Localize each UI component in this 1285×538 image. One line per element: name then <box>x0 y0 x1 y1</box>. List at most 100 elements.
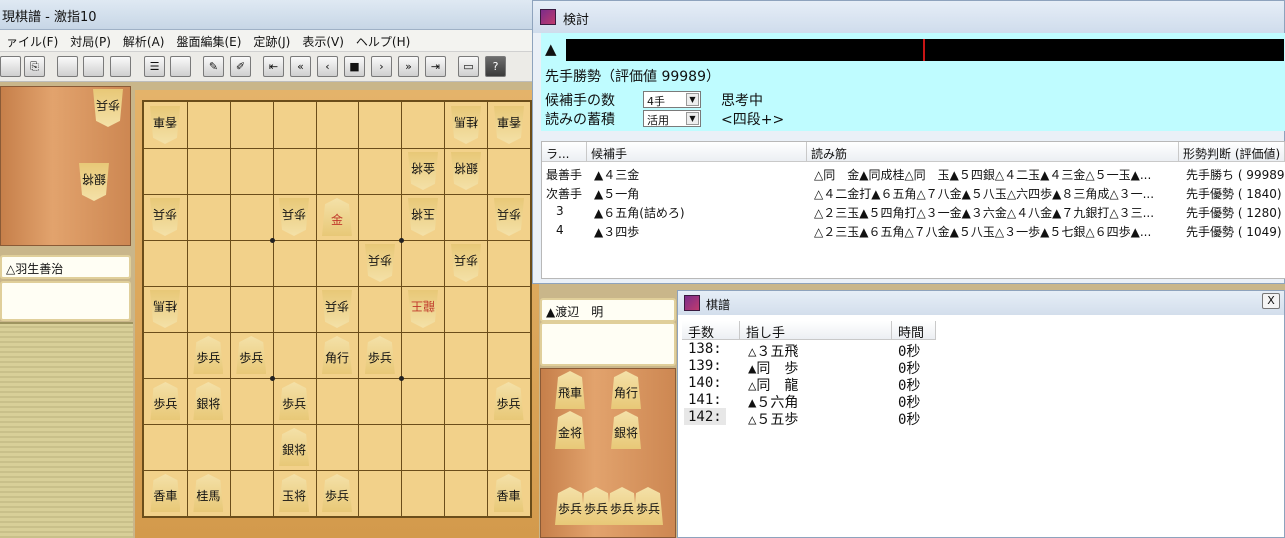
black-board-piece[interactable]: 歩兵 <box>193 336 224 374</box>
black-hand-piece[interactable]: 歩兵 <box>607 487 637 525</box>
kifu-window: 棋譜 X 手数 指し手 時間 138: △３五飛 0秒 139: ▲同 歩 0秒… <box>677 290 1285 538</box>
white-board-piece[interactable]: 香車 <box>494 106 524 144</box>
white-board-piece[interactable]: 玉将 <box>408 198 438 236</box>
menu-bar: ァイル(F) 対局(P) 解析(A) 盤面編集(E) 定跡(J) 表示(V) ヘ… <box>0 30 540 52</box>
board-grid-line <box>186 102 188 516</box>
board-grid-line <box>401 102 403 516</box>
black-board-piece[interactable]: 歩兵 <box>364 336 395 374</box>
white-board-piece[interactable]: 龍王 <box>408 290 438 328</box>
white-player-name: △羽生善治 <box>0 255 131 279</box>
black-hand-piece[interactable]: 歩兵 <box>633 487 663 525</box>
close-icon[interactable]: X <box>1262 293 1280 309</box>
toolbar-button-print[interactable] <box>83 56 104 77</box>
board-grid-line <box>144 332 530 333</box>
candidate-line: △同 金▲同成桂△同 玉▲５四銀△４二玉▲４三金△５一玉▲... <box>814 168 1152 182</box>
white-board-piece[interactable]: 金将 <box>408 152 438 190</box>
toolbar-button-help-icon[interactable]: ? <box>485 56 506 77</box>
candidate-move[interactable]: ▲４三金 <box>594 166 639 185</box>
candidate-rank: 次善手 <box>546 187 583 201</box>
black-hand-piece[interactable]: 金将 <box>555 411 585 449</box>
white-board-piece[interactable]: 歩兵 <box>451 244 481 282</box>
menu-file[interactable]: ァイル(F) <box>0 30 64 51</box>
white-board-piece[interactable]: 桂馬 <box>150 290 180 328</box>
menu-edit-board[interactable]: 盤面編集(E) <box>170 30 247 51</box>
black-board-piece[interactable]: 金 <box>322 198 352 236</box>
main-window-title: 現棋譜 - 激指10 <box>2 10 97 25</box>
menu-joseki[interactable]: 定跡(J) <box>247 30 296 51</box>
toolbar-button-edit2[interactable]: ✐ <box>230 56 251 77</box>
candidate-eval: 先手優勢 ( 1280) <box>1186 206 1282 220</box>
white-board-piece[interactable]: 歩兵 <box>279 198 309 236</box>
kifu-move[interactable]: △５五歩 <box>748 409 798 429</box>
candidate-move[interactable]: ▲６五角(詰めろ) <box>594 204 685 223</box>
white-board-piece[interactable]: 歩兵 <box>322 290 352 328</box>
toolbar-button-open[interactable]: ⎘ <box>24 56 45 77</box>
toolbar-button-forward-icon[interactable]: › <box>371 56 392 77</box>
toolbar-button-stop-icon[interactable]: ■ <box>344 56 365 77</box>
black-board-piece[interactable]: 桂馬 <box>193 474 224 512</box>
white-board-piece[interactable]: 歩兵 <box>494 198 524 236</box>
black-player-info <box>540 322 676 366</box>
toolbar-button-flip[interactable] <box>170 56 191 77</box>
board-grid-line <box>144 470 530 471</box>
candidate-list: ラ... 候補手 読み筋 形勢判断 (評価値) 最善手 ▲４三金 △同 金▲同成… <box>541 141 1285 279</box>
white-board-piece[interactable]: 歩兵 <box>150 198 180 236</box>
column-rank[interactable]: ラ... <box>542 142 587 162</box>
white-hand-piece[interactable]: 歩兵 <box>93 89 123 127</box>
black-board-piece[interactable]: 歩兵 <box>279 382 310 420</box>
candidate-move[interactable]: ▲５一角 <box>594 185 639 204</box>
shogi-board[interactable]: 香車 桂馬 香車 金将 銀将 歩兵 歩兵金玉将 歩兵 歩兵 歩兵 桂馬 歩兵 龍王 歩兵 歩兵 角行 歩兵 歩兵銀… <box>142 100 532 518</box>
column-move-text[interactable]: 指し手 <box>740 321 892 341</box>
toolbar-button-new[interactable] <box>0 56 21 77</box>
toolbar-button-first-icon[interactable]: ⇤ <box>263 56 284 77</box>
toolbar-button-settings[interactable] <box>110 56 131 77</box>
kifu-move-number: 139: <box>688 358 722 374</box>
black-board-piece[interactable]: 角行 <box>322 336 352 374</box>
toolbar-button-monitor-icon[interactable]: ▭ <box>458 56 479 77</box>
black-board-piece[interactable]: 歩兵 <box>493 382 524 420</box>
white-board-piece[interactable]: 香車 <box>150 106 180 144</box>
black-board-piece[interactable]: 香車 <box>150 474 181 512</box>
column-move-number[interactable]: 手数 <box>682 321 740 341</box>
board-grid-line <box>272 102 274 516</box>
white-board-piece[interactable]: 桂馬 <box>451 106 481 144</box>
black-board-piece[interactable]: 歩兵 <box>322 474 352 512</box>
toolbar-button-back-icon[interactable]: ‹ <box>317 56 338 77</box>
black-hand-piece[interactable]: 飛車 <box>555 371 585 409</box>
black-board-piece[interactable]: 香車 <box>493 474 524 512</box>
menu-analysis[interactable]: 解析(A) <box>117 30 171 51</box>
black-board-piece[interactable]: 玉将 <box>279 474 310 512</box>
app-icon <box>684 295 700 311</box>
engine-level: <四段+> <box>721 112 785 128</box>
toolbar-button-forward10-icon[interactable]: » <box>398 56 419 77</box>
toolbar-button-last-icon[interactable]: ⇥ <box>425 56 446 77</box>
black-hand-piece[interactable]: 角行 <box>611 371 641 409</box>
toolbar-button-board-icon[interactable]: ☰ <box>144 56 165 77</box>
menu-game[interactable]: 対局(P) <box>64 30 117 51</box>
black-board-piece[interactable]: 銀将 <box>279 428 310 466</box>
column-time[interactable]: 時間 <box>892 321 936 341</box>
thinking-status: 思考中 <box>721 93 763 109</box>
menu-help[interactable]: ヘルプ(H) <box>350 30 416 51</box>
accumulate-select[interactable]: 活用 ▼ <box>643 110 701 127</box>
kifu-time: 0秒 <box>898 412 921 428</box>
column-line[interactable]: 読み筋 <box>807 142 1179 162</box>
black-hand-piece[interactable]: 歩兵 <box>555 487 585 525</box>
analysis-titlebar: 検討 <box>533 1 1284 33</box>
black-board-piece[interactable]: 歩兵 <box>150 382 181 420</box>
black-board-piece[interactable]: 銀将 <box>193 382 224 420</box>
white-board-piece[interactable]: 銀将 <box>451 152 481 190</box>
candidates-select[interactable]: 4手 ▼ <box>643 91 701 108</box>
black-hand-piece[interactable]: 銀将 <box>611 411 641 449</box>
toolbar-button-edit[interactable]: ✎ <box>203 56 224 77</box>
white-hand-piece[interactable]: 銀将 <box>79 163 109 201</box>
toolbar-button-save[interactable] <box>57 56 78 77</box>
toolbar-button-back10-icon[interactable]: « <box>290 56 311 77</box>
menu-view[interactable]: 表示(V) <box>296 30 350 51</box>
white-board-piece[interactable]: 歩兵 <box>365 244 395 282</box>
candidate-move[interactable]: ▲３四歩 <box>594 223 639 242</box>
column-move[interactable]: 候補手 <box>587 142 807 162</box>
black-board-piece[interactable]: 歩兵 <box>236 336 267 374</box>
column-eval[interactable]: 形勢判断 (評価値) <box>1179 142 1285 162</box>
black-hand-piece[interactable]: 歩兵 <box>581 487 611 525</box>
